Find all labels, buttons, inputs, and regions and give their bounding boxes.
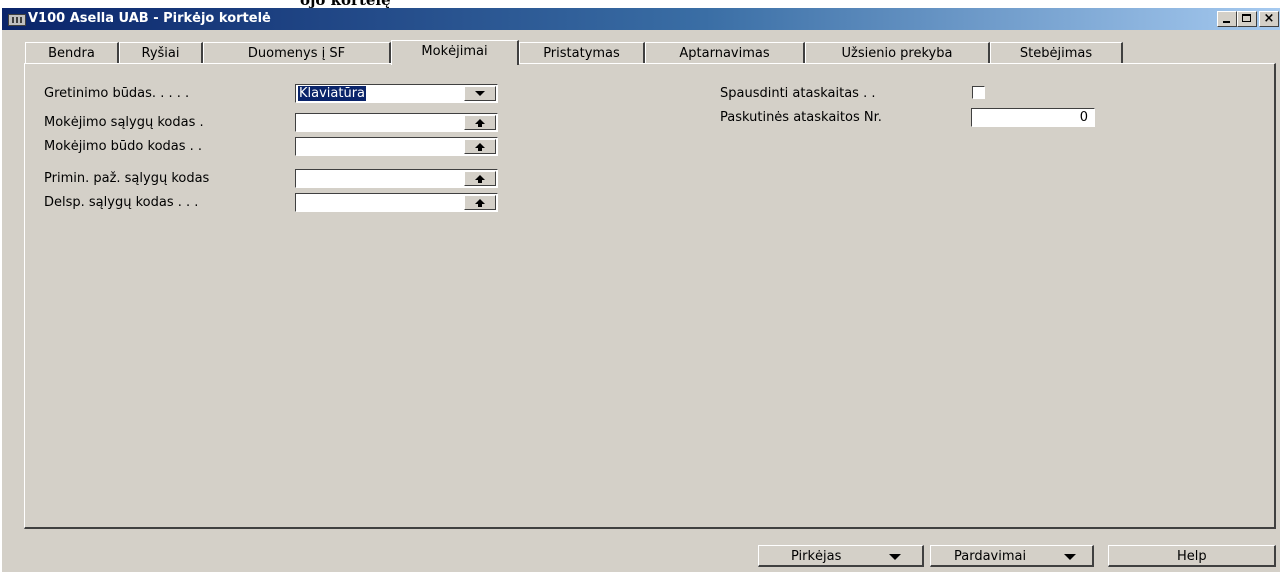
chevron-down-icon xyxy=(889,554,901,560)
lookup-arrow-icon xyxy=(475,199,485,207)
last-statement-no-field[interactable]: 0 xyxy=(971,108,1095,127)
title-bar[interactable]: V100 Asella UAB - Pirkėjo kortelė × xyxy=(2,8,1280,30)
lookup-arrow-icon xyxy=(475,119,485,127)
lookup-button[interactable] xyxy=(464,139,496,154)
background-text: ojo kortelę xyxy=(300,0,391,8)
tab-aptarnavimas[interactable]: Aptarnavimas xyxy=(645,42,805,63)
print-statements-label: Spausdinti ataskaitas . . xyxy=(720,86,876,101)
chevron-down-icon xyxy=(475,91,485,96)
tab-pristatymas[interactable]: Pristatymas xyxy=(519,42,645,63)
print-statements-checkbox[interactable] xyxy=(972,86,985,99)
window-title: V100 Asella UAB - Pirkėjo kortelė xyxy=(28,11,271,26)
payment-terms-field[interactable] xyxy=(295,113,498,132)
close-button[interactable]: × xyxy=(1259,11,1279,27)
chevron-down-icon xyxy=(1064,554,1076,560)
tab-uzsienio-prekyba[interactable]: Užsienio prekyba xyxy=(805,42,990,63)
background-document-fragment: ojo kortelę xyxy=(0,0,1282,8)
sales-menu-label: Pardavimai xyxy=(954,549,1027,564)
tab-panel-mokejimai xyxy=(24,63,1276,529)
matching-method-dropdown[interactable]: Klaviatūra xyxy=(295,84,498,103)
tab-mokejimai[interactable]: Mokėjimai xyxy=(391,40,519,65)
tab-rysiai[interactable]: Ryšiai xyxy=(119,42,203,63)
lookup-arrow-icon xyxy=(475,175,485,183)
matching-method-label: Gretinimo būdas. . . . . xyxy=(44,86,190,101)
maximize-button[interactable] xyxy=(1237,11,1257,27)
customer-menu-button[interactable]: Pirkėjas xyxy=(758,545,924,567)
minimize-button[interactable] xyxy=(1217,11,1237,27)
help-button[interactable]: Help xyxy=(1108,545,1276,567)
lookup-button[interactable] xyxy=(464,115,496,130)
minimize-icon xyxy=(1223,21,1230,23)
reminder-terms-field[interactable] xyxy=(295,169,498,188)
tab-duomenys-sf[interactable]: Duomenys į SF xyxy=(203,42,391,63)
sales-menu-button[interactable]: Pardavimai xyxy=(930,545,1094,567)
matching-method-value: Klaviatūra xyxy=(298,86,367,101)
tab-stebejimas[interactable]: Stebėjimas xyxy=(990,42,1123,63)
lookup-button[interactable] xyxy=(464,195,496,210)
fin-charge-terms-label: Delsp. sąlygų kodas . . . xyxy=(44,195,199,210)
reminder-terms-label: Primin. paž. sąlygų kodas xyxy=(44,171,210,186)
payment-method-label: Mokėjimo būdo kodas . . xyxy=(44,139,203,154)
customer-menu-label: Pirkėjas xyxy=(791,549,842,564)
maximize-icon xyxy=(1242,14,1251,22)
dropdown-button[interactable] xyxy=(464,86,496,101)
fin-charge-terms-field[interactable] xyxy=(295,193,498,212)
payment-method-field[interactable] xyxy=(295,137,498,156)
help-label: Help xyxy=(1177,549,1207,564)
last-statement-no-label: Paskutinės ataskaitos Nr. xyxy=(720,110,882,125)
form-icon xyxy=(8,14,26,26)
payment-terms-label: Mokėjimo sąlygų kodas . xyxy=(44,115,204,130)
lookup-arrow-icon xyxy=(475,143,485,151)
last-statement-no-value: 0 xyxy=(1079,110,1088,125)
lookup-button[interactable] xyxy=(464,171,496,186)
tab-bendra[interactable]: Bendra xyxy=(25,42,119,63)
